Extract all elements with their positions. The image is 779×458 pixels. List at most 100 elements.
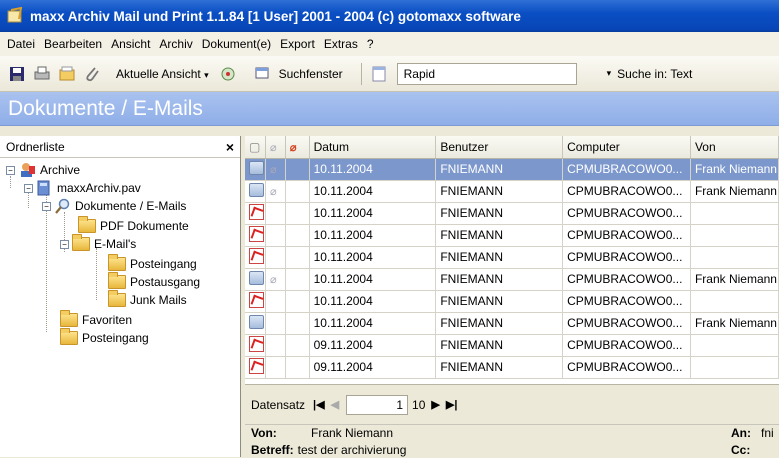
- menu-extras[interactable]: Extras: [321, 37, 364, 51]
- refresh-icon[interactable]: [219, 65, 237, 83]
- menu-archiv[interactable]: Archiv: [156, 37, 198, 51]
- paperclip-icon[interactable]: [83, 65, 101, 83]
- table-row[interactable]: 10.11.2004 FNIEMANN CPMUBRACOWO0... Frank N…: [245, 312, 779, 335]
- preview-to: An: fni: [731, 426, 774, 440]
- folder-icon: [108, 290, 126, 307]
- window-title: maxx Archiv Mail und Print 1.1.84 [1 Use…: [30, 8, 521, 24]
- cell-benutzer: FNIEMANN: [435, 334, 564, 357]
- previous-record-button[interactable]: ◀: [331, 398, 339, 411]
- tree-item-posteingang-root[interactable]: Posteingang: [60, 328, 149, 346]
- cell-datum: 10.11.2004: [309, 158, 437, 181]
- attachment-cell: [265, 334, 286, 357]
- tree-item-dokumente-emails[interactable]: − Dokumente / E-Mails: [42, 198, 186, 214]
- tree-item-postausgang[interactable]: Postausgang: [108, 272, 200, 290]
- search-input[interactable]: Rapid: [396, 62, 577, 85]
- attachment-cell: ⌀: [265, 158, 286, 181]
- first-record-button[interactable]: |◀: [313, 398, 325, 411]
- menu-help[interactable]: ?: [364, 37, 380, 51]
- cell-von: Frank Niemann: [690, 180, 779, 203]
- pdf-icon: [249, 247, 264, 264]
- cell-computer: CPMUBRACOWO0...: [562, 356, 691, 379]
- menu-bearbeiten[interactable]: Bearbeiten: [41, 37, 108, 51]
- menu-dokumente[interactable]: Dokument(e): [199, 37, 277, 51]
- type-column-header[interactable]: ▢: [245, 136, 266, 159]
- type-cell: [245, 158, 266, 181]
- tree-item-emails[interactable]: − E-Mail's: [60, 234, 136, 252]
- collapse-icon[interactable]: −: [42, 201, 51, 211]
- cell-computer: CPMUBRACOWO0...: [562, 246, 691, 269]
- menu-datei[interactable]: Datei: [4, 37, 41, 51]
- email-icon: [249, 314, 264, 329]
- collapse-icon[interactable]: −: [24, 183, 33, 193]
- column-header-von[interactable]: Von: [690, 136, 779, 159]
- table-row[interactable]: ⌀ 10.11.2004 FNIEMANN CPMUBRACOWO0... Frank …: [245, 180, 779, 203]
- table-row[interactable]: 09.11.2004 FNIEMANN CPMUBRACOWO0...: [245, 334, 779, 357]
- tree-item-junk-mails[interactable]: Junk Mails: [108, 290, 187, 308]
- attachment-icon: ⌀: [270, 164, 277, 176]
- collapse-icon[interactable]: −: [60, 239, 69, 249]
- table-row[interactable]: 09.11.2004 FNIEMANN CPMUBRACOWO0...: [245, 356, 779, 379]
- flag-cell: [285, 268, 310, 291]
- search-in-dropdown[interactable]: ▾ Suche in: Text: [607, 67, 693, 81]
- open-folder-icon[interactable]: [58, 65, 76, 83]
- flag-column-header[interactable]: ⌀: [285, 136, 310, 159]
- folder-panel-header: Ordnerliste ×: [0, 136, 240, 158]
- table-row[interactable]: ⌀ 10.11.2004 FNIEMANN CPMUBRACOWO0... Frank …: [245, 268, 779, 291]
- cell-von: [690, 246, 779, 269]
- table-row[interactable]: 10.11.2004 FNIEMANN CPMUBRACOWO0...: [245, 246, 779, 269]
- table-row[interactable]: ⌀ 10.11.2004 FNIEMANN CPMUBRACOWO0... Frank …: [245, 158, 779, 181]
- cell-von: Frank Niemann: [690, 268, 779, 291]
- tree-item-pdf-dokumente[interactable]: PDF Dokumente: [78, 216, 189, 234]
- cell-computer: CPMUBRACOWO0...: [562, 290, 691, 313]
- current-view-menu[interactable]: Aktuelle Ansicht ▾: [116, 67, 209, 81]
- cell-von: [690, 334, 779, 357]
- menu-export[interactable]: Export: [277, 37, 321, 51]
- toolbar-separator: [360, 62, 362, 85]
- pdf-icon: [249, 203, 264, 220]
- type-cell: [245, 290, 266, 313]
- cell-benutzer: FNIEMANN: [435, 180, 564, 203]
- table-row[interactable]: 10.11.2004 FNIEMANN CPMUBRACOWO0...: [245, 202, 779, 225]
- menu-ansicht[interactable]: Ansicht: [108, 37, 156, 51]
- cell-von: Frank Niemann: [690, 158, 779, 181]
- folder-icon: [60, 328, 78, 345]
- folder-panel: Ordnerliste × − Archive − maxxArchiv.pav…: [0, 136, 241, 457]
- tree-item-favoriten[interactable]: Favoriten: [60, 310, 132, 328]
- record-total: 10: [412, 397, 426, 412]
- folder-icon: [72, 234, 90, 251]
- print-icon[interactable]: [33, 65, 51, 83]
- table-row[interactable]: 10.11.2004 FNIEMANN CPMUBRACOWO0...: [245, 290, 779, 313]
- last-record-button[interactable]: ▶|: [446, 398, 458, 411]
- cell-benutzer: FNIEMANN: [435, 158, 564, 181]
- cell-datum: 10.11.2004: [309, 290, 437, 313]
- folder-icon: [108, 272, 126, 289]
- attachment-column-header[interactable]: ⌀: [265, 136, 286, 159]
- cell-datum: 10.11.2004: [309, 224, 437, 247]
- save-icon[interactable]: [8, 65, 26, 83]
- column-header-benutzer[interactable]: Benutzer: [435, 136, 564, 159]
- flag-cell: [285, 334, 310, 357]
- next-record-button[interactable]: ▶: [431, 398, 439, 411]
- cell-von: [690, 202, 779, 225]
- tree-item-archive[interactable]: − Archive: [6, 162, 80, 178]
- section-title: Dokumente / E-Mails: [8, 96, 203, 120]
- tree-item-posteingang[interactable]: Posteingang: [108, 254, 197, 272]
- document-table: ▢ ⌀ ⌀ Datum Benutzer Computer Von ⌀ 10.11…: [245, 136, 779, 379]
- tree-connector: [96, 248, 97, 300]
- tree-item-maxxarchiv[interactable]: − maxxArchiv.pav: [24, 180, 141, 196]
- chevron-down-icon: ▾: [204, 69, 209, 80]
- record-number-input[interactable]: 1: [346, 394, 409, 415]
- collapse-icon[interactable]: −: [6, 165, 15, 175]
- close-icon[interactable]: ×: [226, 139, 234, 155]
- table-row[interactable]: 10.11.2004 FNIEMANN CPMUBRACOWO0...: [245, 224, 779, 247]
- pdf-icon: [249, 291, 264, 308]
- search-icon: [55, 198, 70, 214]
- menu-bar: Datei Bearbeiten Ansicht Archiv Dokument…: [0, 32, 779, 56]
- column-header-computer[interactable]: Computer: [562, 136, 691, 159]
- archive-icon: [21, 163, 35, 177]
- column-header-datum[interactable]: Datum: [309, 136, 437, 159]
- search-window-icon[interactable]: [254, 65, 272, 83]
- paperclip-column-icon: ⌀: [270, 141, 277, 154]
- search-window-button[interactable]: Suchfenster: [279, 67, 343, 81]
- flag-cell: [285, 180, 310, 203]
